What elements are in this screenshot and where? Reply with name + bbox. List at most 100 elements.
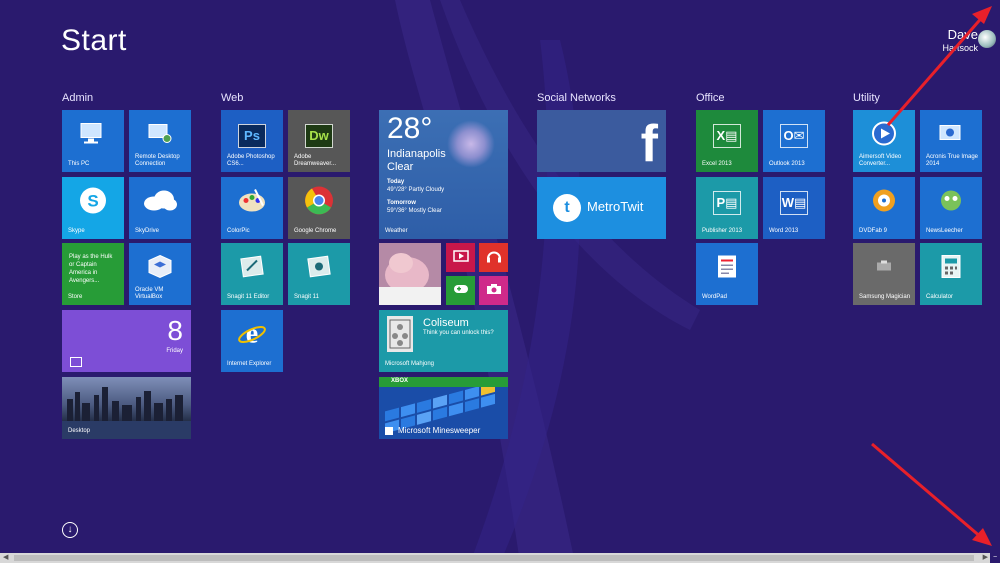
minesweeper-label: Microsoft Minesweeper (398, 426, 481, 435)
publisher-icon: P▤ (713, 191, 741, 216)
tile-label: Adobe Dreamweaver... (294, 154, 337, 167)
tile-mahjong[interactable]: Coliseum Think you can unlock this? Micr… (379, 310, 508, 372)
tile-word[interactable]: W▤ Word 2013 (763, 177, 825, 239)
tile-skydrive[interactable]: SkyDrive (129, 177, 191, 239)
tile-colorpic[interactable]: ColorPic (221, 177, 283, 239)
tile-label: Internet Explorer (227, 361, 272, 367)
tile-label: Weather (385, 228, 408, 234)
facebook-icon: f (640, 115, 658, 172)
scrollbar-thumb[interactable] (14, 555, 974, 561)
tile-label: Store (68, 294, 83, 300)
tile-video[interactable] (446, 243, 475, 272)
tile-calculator[interactable]: Calculator (920, 243, 982, 305)
word-icon: W▤ (780, 191, 808, 216)
tile-label: WordPad (702, 294, 727, 300)
tile-store[interactable]: Play as the Hulk or Captain America in A… (62, 243, 124, 305)
tile-label: Adobe Photoshop CS6... (227, 154, 275, 167)
tile-label: Aimersoft Video Converter... (859, 154, 902, 167)
tile-calendar[interactable]: 8 Friday (62, 310, 191, 372)
tile-acronis[interactable]: Acronis True Image 2014 (920, 110, 982, 172)
baby-photo-image (379, 243, 441, 305)
horizontal-scrollbar[interactable]: ◀ ▶ − (0, 553, 1000, 563)
aimersoft-icon (871, 121, 897, 152)
tile-photo[interactable] (379, 243, 441, 305)
internet-explorer-icon: e (237, 319, 267, 354)
page-title: Start (61, 24, 127, 57)
tile-chrome[interactable]: Google Chrome (288, 177, 350, 239)
tile-internet-explorer[interactable]: e Internet Explorer (221, 310, 283, 372)
tile-excel[interactable]: X▤ Excel 2013 (696, 110, 758, 172)
tile-wordpad[interactable]: WordPad (696, 243, 758, 305)
arrow-bottom-right (871, 442, 983, 540)
tile-label: Microsoft Mahjong (385, 361, 435, 367)
tile-facebook[interactable]: f (537, 110, 666, 172)
tile-label: Skype (68, 228, 85, 234)
semantic-zoom-button[interactable]: − (990, 553, 1000, 563)
tile-games[interactable] (446, 276, 475, 305)
group-label-office[interactable]: Office (696, 92, 725, 104)
tile-weather[interactable]: 28° Indianapolis Clear Today 49°/28° Par… (379, 110, 508, 239)
weather-tomorrow: 59°/36° Mostly Clear (387, 208, 442, 214)
scroll-left-icon[interactable]: ◀ (3, 553, 8, 563)
tile-snagit[interactable]: Snagit 11 (288, 243, 350, 305)
snagit-icon (306, 255, 332, 284)
newsleecher-icon (938, 188, 964, 219)
video-icon (452, 249, 469, 267)
tile-label: Acronis True Image 2014 (926, 154, 979, 167)
weather-city: Indianapolis (387, 148, 446, 160)
tile-skype[interactable]: S Skype (62, 177, 124, 239)
tile-dreamweaver[interactable]: Dw Adobe Dreamweaver... (288, 110, 350, 172)
gamepad-icon (453, 282, 469, 300)
tile-label: Outlook 2013 (769, 161, 805, 167)
excel-icon: X▤ (713, 124, 741, 149)
tile-remote-desktop[interactable]: Remote Desktop Connection (129, 110, 191, 172)
tile-metrotwit[interactable]: t MetroTwit (537, 177, 666, 239)
arrow-head-top-right (972, 6, 992, 24)
group-label-utility[interactable]: Utility (853, 92, 880, 104)
tile-virtualbox[interactable]: Oracle VM VirtualBox (129, 243, 191, 305)
group-label-web[interactable]: Web (221, 92, 243, 104)
weather-today: 49°/28° Partly Cloudy (387, 187, 445, 193)
tile-snagit-editor[interactable]: Snagit 11 Editor (221, 243, 283, 305)
tile-minesweeper[interactable]: XBOX Microsoft Minesweeper (379, 377, 508, 439)
xbox-banner: XBOX (379, 377, 508, 387)
coliseum-subtitle: Think you can unlock this? (423, 330, 494, 336)
weather-today-label: Today (387, 179, 405, 185)
tile-photoshop[interactable]: Ps Adobe Photoshop CS6... (221, 110, 283, 172)
down-arrow-icon: ↓ (67, 524, 73, 535)
tile-desktop[interactable]: Desktop (62, 377, 191, 439)
outlook-icon: O✉ (780, 124, 808, 149)
user-account[interactable]: Dave Hartsock (942, 27, 996, 54)
user-first-name: Dave (947, 27, 978, 42)
tile-publisher[interactable]: P▤ Publisher 2013 (696, 177, 758, 239)
group-label-social[interactable]: Social Networks (537, 92, 616, 104)
samsung-magician-icon (874, 259, 894, 280)
tile-label: ColorPic (227, 228, 250, 234)
moon-icon (447, 120, 495, 168)
tile-samsung-magician[interactable]: Samsung Magician (853, 243, 915, 305)
photoshop-icon: Ps (238, 124, 266, 149)
tile-aimersoft[interactable]: Aimersoft Video Converter... (853, 110, 915, 172)
scroll-right-icon[interactable]: ▶ (983, 553, 988, 563)
tile-label: Oracle VM VirtualBox (135, 287, 164, 300)
all-apps-button[interactable]: ↓ (62, 522, 78, 538)
weather-condition: Clear (387, 161, 414, 173)
metrotwit-icon: t (553, 194, 581, 222)
group-label-admin[interactable]: Admin (62, 92, 93, 104)
tile-newsleecher[interactable]: NewsLeecher (920, 177, 982, 239)
camera-icon (486, 282, 502, 300)
tile-outlook[interactable]: O✉ Outlook 2013 (763, 110, 825, 172)
tile-label: Google Chrome (294, 228, 337, 234)
tile-label: Remote Desktop Connection (135, 154, 180, 167)
user-last-name: Hartsock (942, 43, 978, 53)
tile-camera[interactable] (479, 276, 508, 305)
tile-dvdfab[interactable]: DVDFab 9 (853, 177, 915, 239)
store-promo-text: Play as the Hulk or Captain America in A… (69, 254, 113, 284)
remote-desktop-icon (147, 123, 173, 150)
tile-label: SkyDrive (135, 228, 160, 234)
tile-label: This PC (68, 161, 90, 167)
tile-this-pc[interactable]: This PC (62, 110, 124, 172)
tile-music[interactable] (479, 243, 508, 272)
tile-label: Snagit 11 (294, 294, 319, 300)
tile-label: DVDFab 9 (859, 228, 888, 234)
